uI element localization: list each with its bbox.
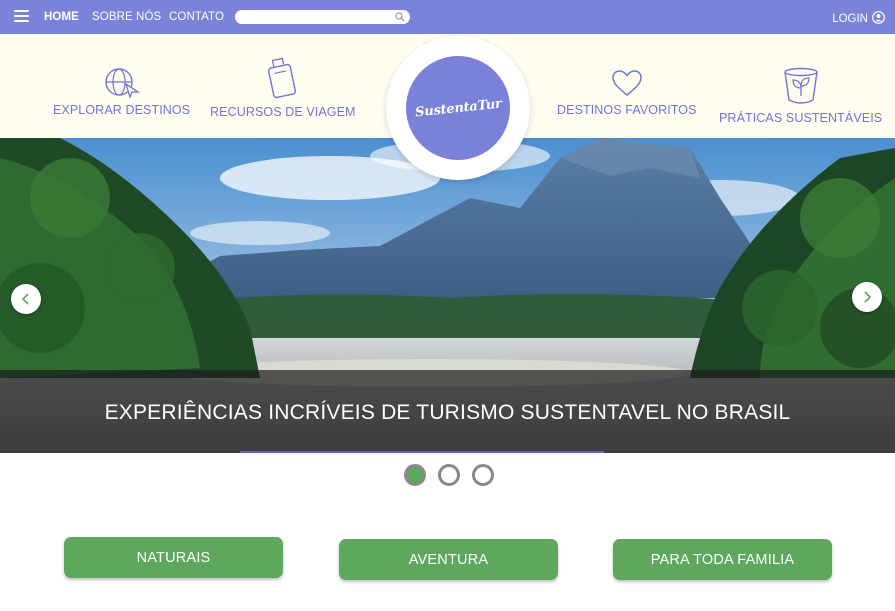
globe-icon <box>104 68 140 98</box>
carousel-dot-3[interactable] <box>472 464 494 486</box>
login-label: LOGIN <box>832 13 868 25</box>
naturais-button[interactable]: NATURAIS <box>64 537 283 578</box>
luggage-icon <box>267 57 296 99</box>
top-navbar: HOME SOBRE NÓS CONTATO LOGIN <box>0 0 895 34</box>
search-icon[interactable] <box>395 12 405 22</box>
nav-home-link[interactable]: HOME <box>44 11 79 23</box>
hero-caption: EXPERIÊNCIAS INCRÍVEIS DE TURISMO SUSTEN… <box>104 401 791 424</box>
hamburger-menu-icon[interactable] <box>14 10 29 22</box>
category-favorite-destinations[interactable]: DESTINOS FAVORITOS <box>557 68 697 117</box>
category-label: RECURSOS DE VIAGEM <box>210 105 356 119</box>
login-button[interactable]: LOGIN <box>832 9 885 25</box>
carousel-dot-2[interactable] <box>438 464 460 486</box>
user-icon <box>872 10 885 24</box>
category-sustainable-practices[interactable]: PRÁTICAS SUSTENTÁVEIS <box>719 66 882 125</box>
category-explore-destinations[interactable]: EXPLORAR DESTINOS <box>53 66 190 117</box>
search-bar <box>235 10 410 24</box>
carousel-prev-button[interactable] <box>11 284 41 314</box>
category-travel-resources[interactable]: RECURSOS DE VIAGEM <box>210 56 356 119</box>
hero-carousel: EXPERIÊNCIAS INCRÍVEIS DE TURISMO SUSTEN… <box>0 138 895 453</box>
nav-contact-link[interactable]: CONTATO <box>169 11 224 23</box>
logo-circle: SustentaTur <box>406 56 510 160</box>
logo-text: SustentaTur <box>414 95 502 121</box>
carousel-dot-1[interactable] <box>404 464 426 486</box>
carousel-next-button[interactable] <box>852 282 882 312</box>
para-toda-familia-button[interactable]: PARA TODA FAMILIA <box>613 539 832 580</box>
search-input[interactable] <box>243 11 388 23</box>
nav-about-link[interactable]: SOBRE NÓS <box>92 11 161 23</box>
aventura-button[interactable]: AVENTURA <box>339 539 558 580</box>
category-label: DESTINOS FAVORITOS <box>557 103 697 117</box>
hero-underline <box>240 451 604 453</box>
chevron-right-icon <box>864 291 872 303</box>
chevron-left-icon <box>21 293 29 305</box>
category-label: PRÁTICAS SUSTENTÁVEIS <box>719 111 883 125</box>
heart-icon <box>612 70 642 96</box>
plant-pot-icon <box>783 67 818 104</box>
logo-badge[interactable]: SustentaTur <box>386 36 530 180</box>
category-label: EXPLORAR DESTINOS <box>53 103 191 117</box>
